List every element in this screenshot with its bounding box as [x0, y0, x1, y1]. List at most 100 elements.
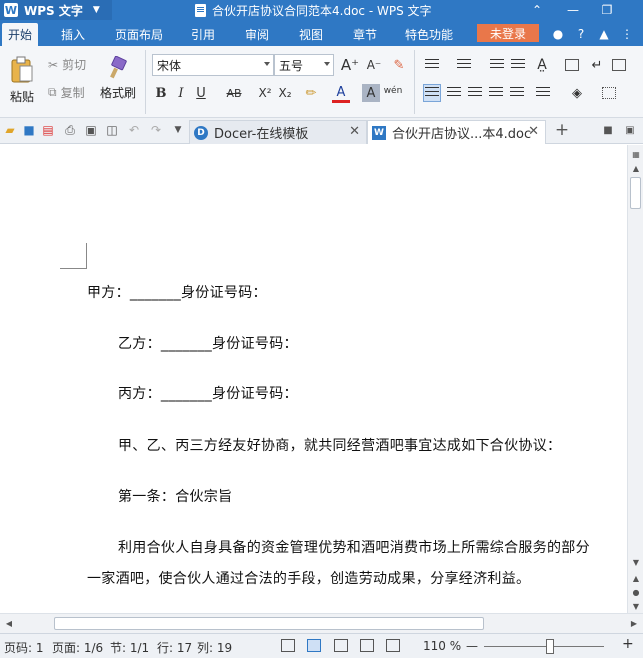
outline-view-icon[interactable] [334, 639, 348, 652]
horizontal-scroll-thumb[interactable] [54, 617, 484, 630]
tab-insert[interactable]: 插入 [54, 23, 92, 46]
highlight-icon[interactable]: ✏ [302, 84, 320, 102]
justify-button[interactable] [487, 84, 505, 102]
spell-check-icon[interactable]: ◫ [104, 122, 120, 138]
numbering-icon[interactable] [455, 56, 473, 74]
tab-list-icon[interactable]: ■ [600, 122, 616, 138]
undo-icon[interactable]: ↶ [126, 122, 142, 138]
tab-special-features[interactable]: 特色功能 [398, 23, 460, 46]
font-name-value: 宋体 [157, 58, 182, 73]
grow-font-icon[interactable]: A⁺ [341, 56, 359, 74]
align-center-button[interactable] [445, 84, 463, 102]
font-color-button[interactable]: A [332, 84, 350, 103]
settings-icon[interactable]: ⋮ [620, 27, 634, 41]
copy-button[interactable]: ⧉ 复制 [48, 84, 85, 101]
full-screen-icon[interactable] [281, 639, 295, 652]
tab-references[interactable]: 引用 [184, 23, 222, 46]
close-icon[interactable]: ✕ [349, 124, 360, 139]
shrink-font-icon[interactable]: A⁻ [365, 56, 383, 74]
increase-indent-icon[interactable] [509, 56, 527, 74]
doc-tab-docer[interactable]: D Docer-在线模板 ✕ [189, 120, 367, 144]
print-icon[interactable]: ⎙ [62, 122, 78, 138]
chevron-down-icon [264, 62, 270, 66]
strikethrough-button[interactable]: AB [222, 84, 246, 102]
superscript-button[interactable]: X² [256, 84, 274, 102]
print-preview-icon[interactable]: ▣ [83, 122, 99, 138]
paste-button[interactable]: 粘贴 [4, 56, 40, 105]
borders-icon[interactable] [600, 84, 618, 102]
page-view-icon[interactable] [307, 639, 321, 652]
doc-tab-current[interactable]: W 合伙开店协议...本4.doc ✕ [367, 120, 546, 144]
tab-start[interactable]: 开始 [2, 23, 38, 46]
help-icon[interactable]: ? [574, 27, 588, 41]
select-browse-object-icon[interactable]: ● [631, 587, 641, 597]
reading-view-icon[interactable] [386, 639, 400, 652]
clear-format-icon[interactable]: ✎ [390, 56, 408, 74]
paste-label: 粘贴 [9, 90, 34, 104]
select-icon[interactable] [610, 56, 628, 74]
ribbon-collapse-icon[interactable]: ⌃ [523, 0, 551, 20]
align-right-button[interactable] [466, 84, 484, 102]
zoom-slider-track[interactable] [484, 646, 604, 647]
maximize-button[interactable]: ❐ [593, 0, 621, 20]
table-icon[interactable] [563, 56, 581, 74]
scroll-up-icon[interactable]: ▲ [631, 163, 641, 173]
close-icon[interactable]: ✕ [528, 124, 539, 139]
export-pdf-icon[interactable]: ▤ [40, 122, 56, 138]
phonetic-guide-button[interactable]: wén [383, 82, 403, 100]
status-row: 行: 17 [157, 641, 193, 655]
show-marks-icon[interactable]: ↵ [588, 56, 606, 74]
char-shading-button[interactable]: A [362, 84, 380, 102]
zoom-slider-thumb[interactable] [546, 639, 554, 654]
skin-icon[interactable]: ● [551, 27, 565, 41]
doc-paragraph: 甲、乙、丙三方经友好协商，就共同经营酒吧事宜达成如下合伙协议： [118, 438, 562, 454]
scroll-down-icon[interactable]: ▼ [631, 557, 641, 567]
zoom-out-button[interactable]: — [466, 639, 478, 653]
zoom-in-button[interactable]: + [622, 636, 634, 652]
document-area[interactable]: 甲方：_______身份证号码： 乙方：_______身份证号码： 丙方：___… [0, 145, 627, 613]
tab-view[interactable]: 视图 [292, 23, 330, 46]
horizontal-scrollbar[interactable]: ◀ ▶ [0, 613, 643, 633]
underline-button[interactable]: U [192, 84, 210, 102]
distribute-button[interactable] [508, 84, 526, 102]
next-page-icon[interactable]: ▼ [631, 601, 641, 611]
bullets-icon[interactable] [423, 56, 441, 74]
open-folder-icon[interactable]: ▰ [2, 122, 18, 138]
tab-page-layout[interactable]: 页面布局 [110, 23, 168, 46]
line-spacing-icon[interactable] [534, 84, 552, 102]
font-size-select[interactable]: 五号 [274, 54, 334, 76]
web-view-icon[interactable] [360, 639, 374, 652]
font-name-select[interactable]: 宋体 [152, 54, 274, 76]
text-direction-icon[interactable]: A̤ [533, 56, 551, 74]
minimize-button[interactable]: — [559, 0, 587, 20]
login-button[interactable]: 未登录 [477, 24, 539, 42]
tab-close-all-icon[interactable]: ▣ [622, 122, 638, 138]
cut-button[interactable]: ✂ 剪切 [48, 56, 86, 73]
italic-button[interactable]: I [172, 84, 190, 102]
format-painter-button[interactable]: 格式刷 [98, 56, 138, 101]
scroll-right-icon[interactable]: ▶ [629, 618, 639, 628]
doc-paragraph: 甲方：_______身份证号码： [87, 285, 267, 301]
save-icon[interactable]: ■ [21, 122, 37, 138]
customize-quick-access-icon[interactable]: ▼ [170, 122, 186, 138]
redo-icon[interactable]: ↷ [148, 122, 164, 138]
scroll-left-icon[interactable]: ◀ [4, 618, 14, 628]
zoom-level[interactable]: 110 % [423, 639, 461, 653]
align-left-button[interactable] [423, 84, 441, 102]
paint-bucket-icon[interactable]: ◈ [568, 84, 586, 102]
doc-paragraph: 第一条：合伙宗旨 [118, 489, 233, 505]
vertical-scroll-thumb[interactable] [630, 177, 641, 209]
prev-page-icon[interactable]: ▲ [631, 573, 641, 583]
new-tab-icon[interactable]: + [554, 120, 570, 140]
ribbon: 粘贴 ✂ 剪切 ⧉ 复制 格式刷 宋体 五号 A⁺ A⁻ ✎ B I U AB … [0, 46, 643, 118]
decrease-indent-icon[interactable] [488, 56, 506, 74]
page-layout-icon[interactable]: ▦ [631, 149, 641, 159]
bold-button[interactable]: B [152, 84, 170, 102]
tab-review[interactable]: 审阅 [238, 23, 276, 46]
app-menu-button[interactable]: W WPS 文字 ▼ [0, 0, 112, 20]
subscript-button[interactable]: X₂ [276, 84, 294, 102]
vertical-scrollbar[interactable]: ▦ ▲ ▼ ▲ ● ▼ [627, 145, 643, 613]
shirt-icon[interactable]: ▲ [597, 27, 611, 41]
title-bar: W WPS 文字 ▼ 合伙开店协议合同范本4.doc - WPS 文字 ⌃ — … [0, 0, 643, 20]
tab-chapter[interactable]: 章节 [346, 23, 384, 46]
